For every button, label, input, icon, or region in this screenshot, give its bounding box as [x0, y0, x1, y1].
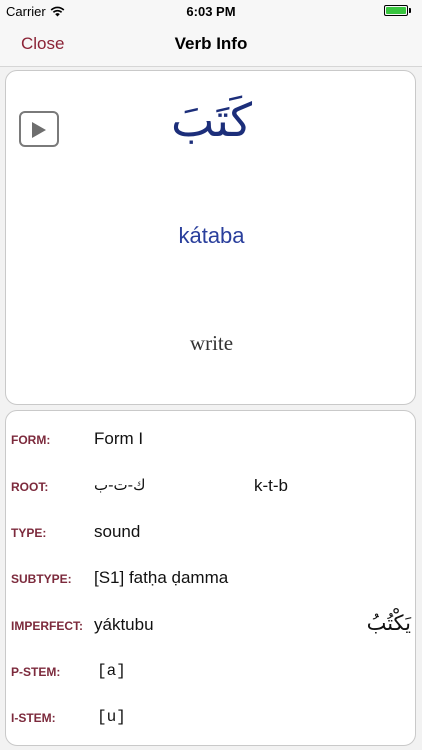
subtype-value: [S1] fatḥa ḍamma	[94, 568, 229, 587]
detail-row-imperfect: IMPERFECT: yáktubu يَكْتُبُ	[6, 611, 417, 641]
navigation-bar: Close Verb Info	[0, 22, 422, 67]
subtype-label: SUBTYPE:	[11, 572, 72, 586]
root-arabic-value: ك-ت-ب	[94, 476, 146, 494]
details-card: FORM: Form I ROOT: ك-ت-ب k-t-b TYPE: sou…	[5, 410, 416, 746]
verb-card: كَتَبَ kátaba write	[5, 70, 416, 405]
i-stem-label: I-STEM:	[11, 711, 56, 725]
root-transliteration: k-t-b	[254, 476, 288, 495]
detail-row-form: FORM: Form I	[6, 425, 417, 455]
imperfect-value: yáktubu	[94, 615, 154, 634]
detail-row-type: TYPE: sound	[6, 518, 417, 548]
detail-row-root: ROOT: ك-ت-ب k-t-b	[6, 472, 417, 502]
i-stem-value: [u]	[97, 708, 126, 726]
detail-row-p-stem: P-STEM: [a]	[6, 657, 417, 687]
p-stem-label: P-STEM:	[11, 665, 61, 679]
imperfect-label: IMPERFECT:	[11, 619, 83, 633]
detail-row-i-stem: I-STEM: [u]	[6, 703, 417, 733]
type-value: sound	[94, 522, 141, 541]
verb-transliteration: kátaba	[178, 223, 245, 248]
form-value: Form I	[94, 429, 144, 448]
status-time: 6:03 PM	[186, 4, 236, 19]
page-title: Verb Info	[174, 34, 248, 53]
battery-icon	[384, 5, 414, 17]
verb-meaning: write	[189, 331, 234, 355]
imperfect-arabic: يَكْتُبُ	[366, 611, 411, 635]
p-stem-value: [a]	[97, 662, 126, 680]
type-label: TYPE:	[11, 526, 47, 540]
detail-row-subtype: SUBTYPE: [S1] fatḥa ḍamma	[6, 564, 417, 594]
form-label: FORM:	[11, 433, 51, 447]
verb-arabic: كَتَبَ	[171, 93, 252, 147]
root-label: ROOT:	[11, 480, 49, 494]
status-bar: Carrier 6:03 PM	[0, 0, 422, 22]
